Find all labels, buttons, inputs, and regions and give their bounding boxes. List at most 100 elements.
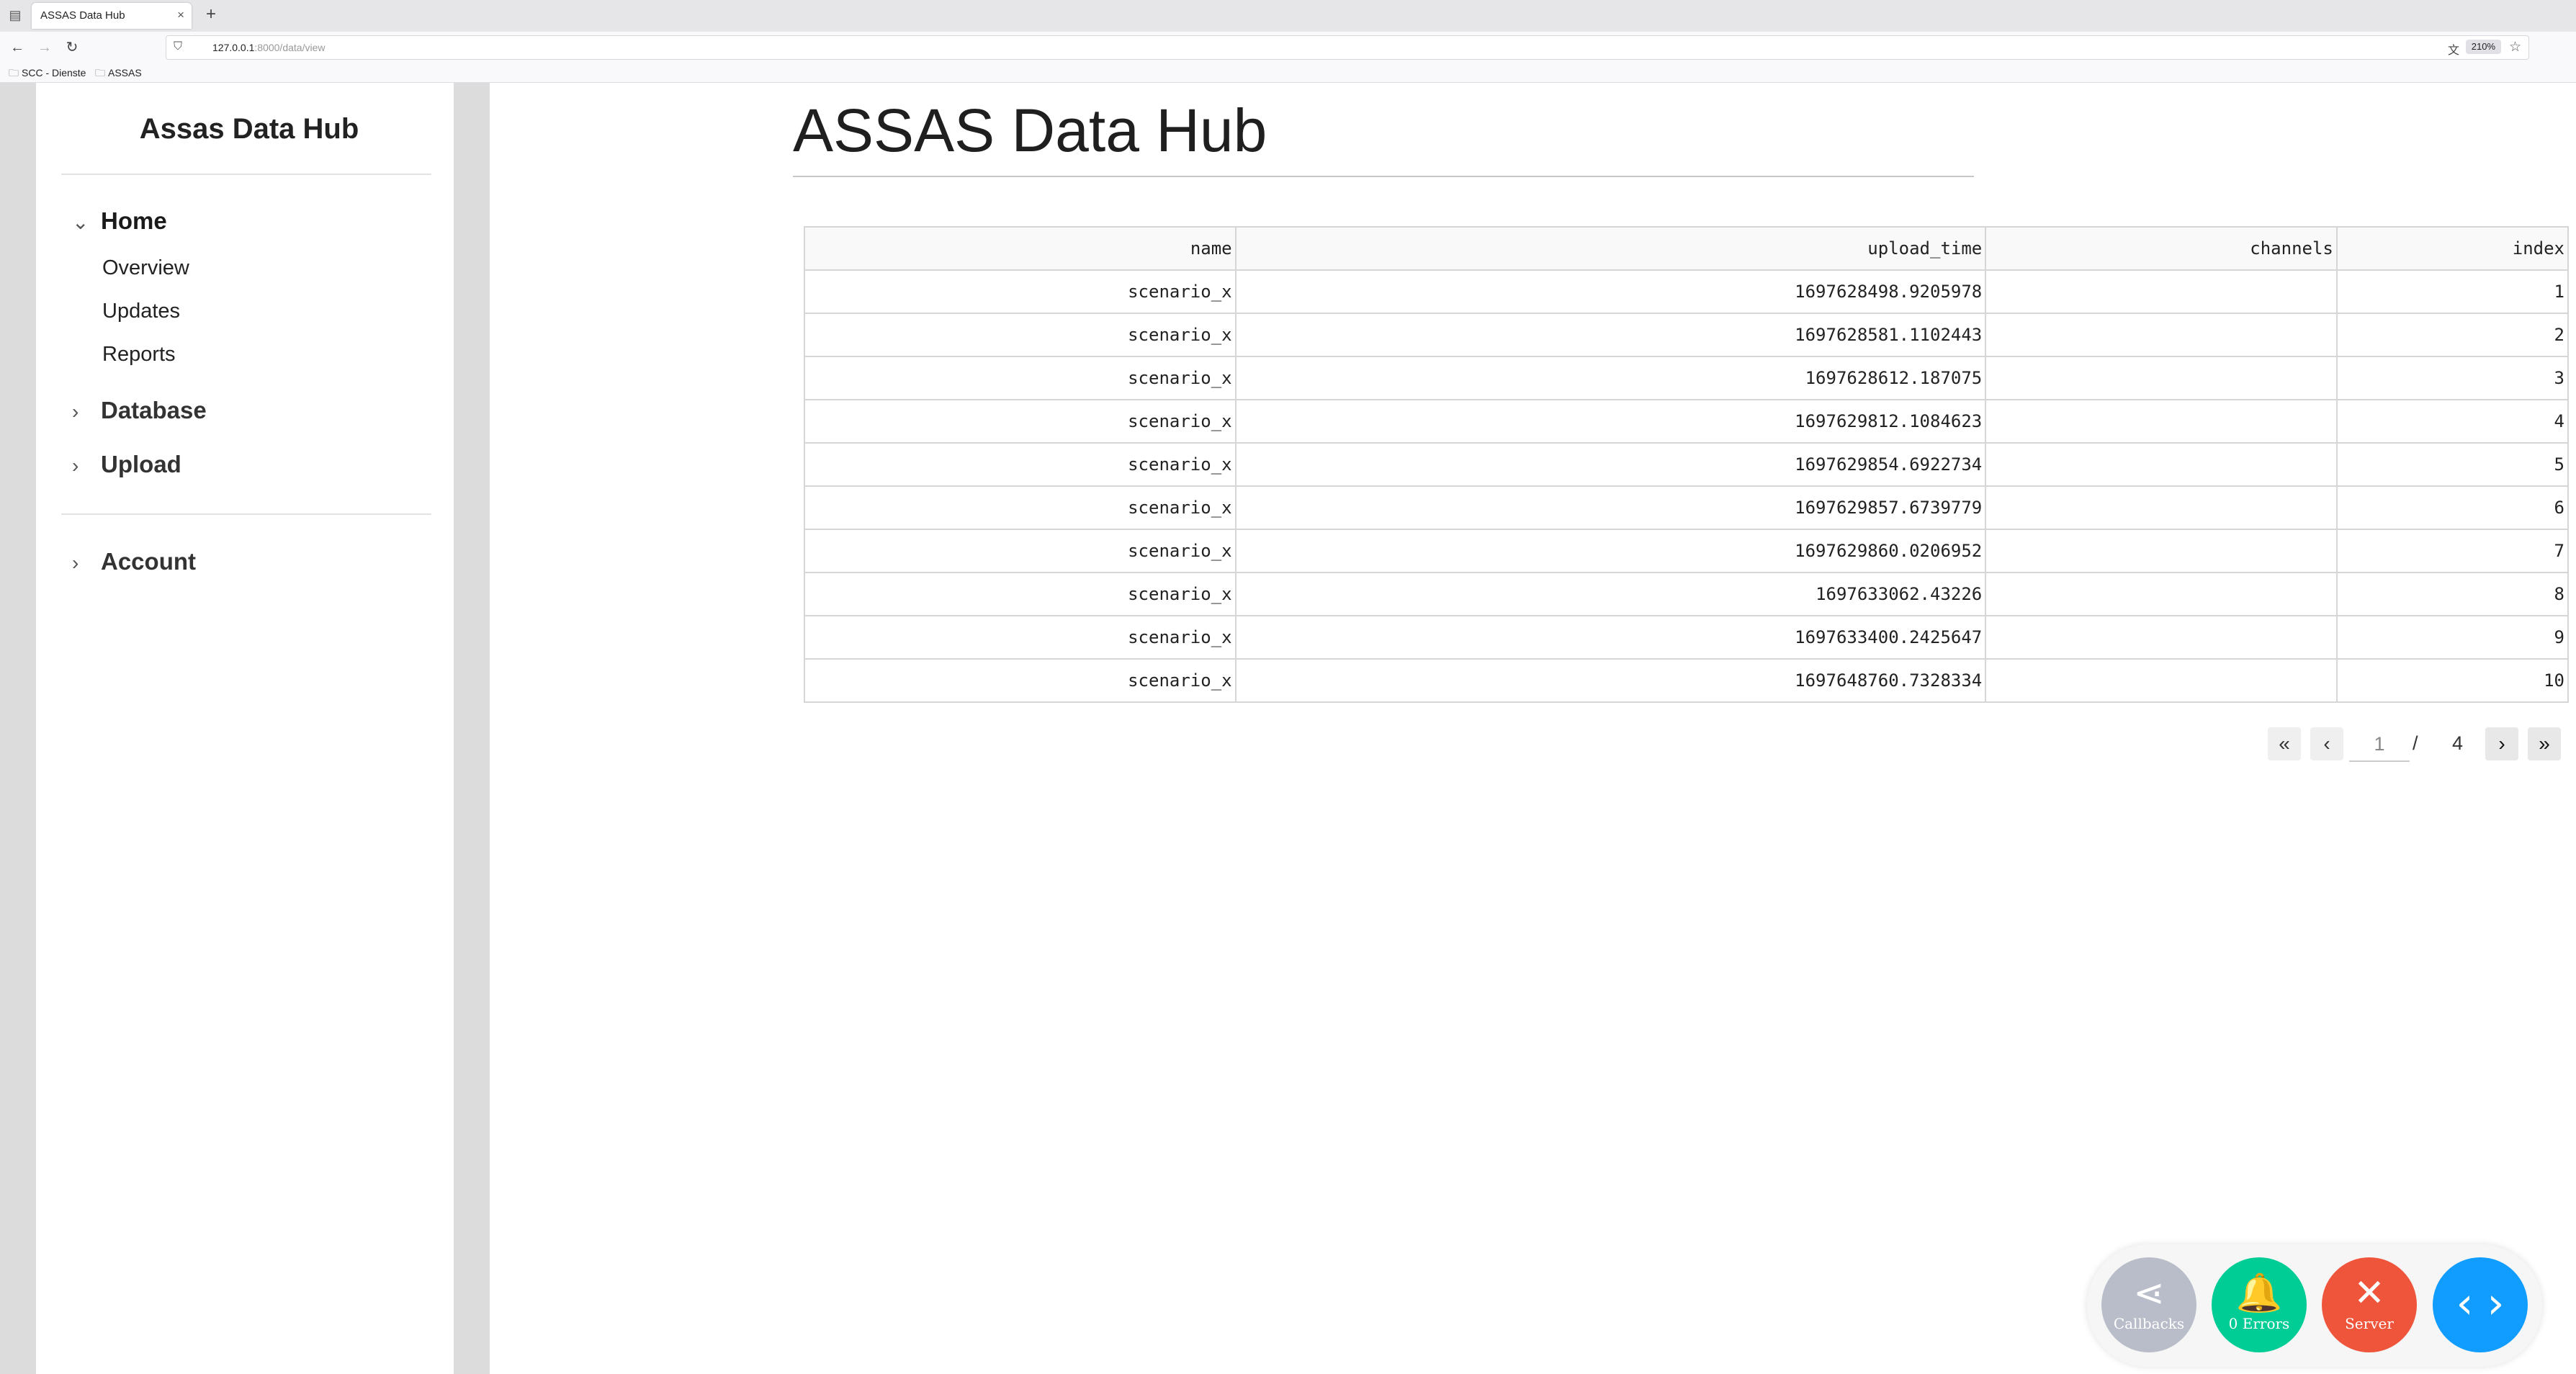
cell-name[interactable]: scenario_x	[804, 529, 1237, 573]
cell-upload-time[interactable]: 1697629860.0206952	[1234, 529, 1987, 573]
callbacks-label: Callbacks	[2113, 1315, 2185, 1332]
cell-index[interactable]: 5	[2335, 442, 2570, 487]
forward-arrow-icon[interactable]: →	[35, 37, 55, 58]
bookmark-scc-dienste[interactable]: 🗀 SCC - Dienste	[9, 66, 86, 83]
previous-page-button[interactable]: ‹	[2310, 727, 2343, 760]
callbacks-button[interactable]: ⋖ Callbacks	[2101, 1257, 2196, 1352]
cell-name[interactable]: scenario_x	[804, 572, 1237, 616]
cell-channels[interactable]	[1985, 269, 2338, 314]
cell-index[interactable]: 6	[2335, 485, 2570, 530]
sidebar-item-updates[interactable]: Updates	[102, 300, 180, 323]
server-button[interactable]: ✕ Server	[2322, 1257, 2417, 1352]
translate-icon[interactable]: 文	[2448, 40, 2459, 58]
cell-channels[interactable]	[1985, 399, 2338, 444]
chevron-down-icon: ⌄	[72, 211, 89, 233]
cell-channels[interactable]	[1985, 442, 2338, 487]
cell-channels[interactable]	[1985, 529, 2338, 573]
cell-name[interactable]: scenario_x	[804, 442, 1237, 487]
browser-nav-bar: ← → ↻ ⛉ 127.0.0.1:8000/data/view 文 210% …	[0, 32, 2576, 62]
sidebar-gutter	[454, 83, 490, 1374]
sidebar-divider	[61, 174, 431, 175]
sidebar-section-upload[interactable]: › Upload	[72, 451, 181, 478]
cell-name[interactable]: scenario_x	[804, 313, 1237, 357]
page-number-input[interactable]	[2349, 727, 2410, 762]
cell-upload-time[interactable]: 1697628498.9205978	[1234, 269, 1987, 314]
first-page-button[interactable]: «	[2268, 727, 2301, 760]
url-bar[interactable]: ⛉ 127.0.0.1:8000/data/view 文 210% ☆	[166, 35, 2529, 60]
cell-upload-time[interactable]: 1697633400.2425647	[1234, 615, 1987, 660]
cell-upload-time[interactable]: 1697628581.1102443	[1234, 313, 1987, 357]
double-chevron-right-icon: »	[2539, 732, 2550, 755]
cell-name[interactable]: scenario_x	[804, 615, 1237, 660]
table-row: scenario_x 1697648760.7328334 10	[804, 658, 2570, 703]
sidebar: Assas Data Hub ⌄ Home Overview Updates Re…	[36, 83, 454, 1374]
column-header-index[interactable]: index	[2335, 226, 2570, 271]
cell-channels[interactable]	[1985, 485, 2338, 530]
code-brackets-icon: ‹ ›	[2456, 1278, 2505, 1329]
column-header-upload-time[interactable]: upload_time	[1234, 226, 1987, 271]
cell-upload-time[interactable]: 1697648760.7328334	[1234, 658, 1987, 703]
sidebar-item-overview[interactable]: Overview	[102, 256, 189, 280]
cell-index[interactable]: 2	[2335, 313, 2570, 357]
back-arrow-icon[interactable]: ←	[7, 37, 27, 58]
cell-name[interactable]: scenario_x	[804, 269, 1237, 314]
cell-name[interactable]: scenario_x	[804, 485, 1237, 530]
cell-index[interactable]: 3	[2335, 356, 2570, 400]
table-row: scenario_x 1697629854.6922734 5	[804, 442, 2570, 487]
bookmarks-bar: 🗀 SCC - Dienste 🗀 ASSAS	[0, 62, 2576, 83]
zoom-level-badge[interactable]: 210%	[2465, 40, 2501, 54]
table-row: scenario_x 1697629860.0206952 7	[804, 529, 2570, 573]
sidebar-item-reports[interactable]: Reports	[102, 343, 176, 367]
column-header-name[interactable]: name	[804, 226, 1237, 271]
last-page-button[interactable]: »	[2528, 727, 2561, 760]
sidebar-section-home[interactable]: ⌄ Home	[72, 207, 167, 235]
sidebar-section-database[interactable]: › Database	[72, 397, 207, 424]
cell-upload-time[interactable]: 1697633062.43226	[1234, 572, 1987, 616]
cell-name[interactable]: scenario_x	[804, 399, 1237, 444]
cell-index[interactable]: 1	[2335, 269, 2570, 314]
cell-upload-time[interactable]: 1697629857.6739779	[1234, 485, 1987, 530]
tab-close-icon[interactable]: ×	[177, 8, 184, 22]
share-icon: ⋖	[2133, 1272, 2165, 1315]
chevron-right-icon: ›	[72, 454, 79, 477]
column-header-channels[interactable]: channels	[1985, 226, 2338, 271]
table-row: scenario_x 1697628581.1102443 2	[804, 313, 2570, 357]
url-text[interactable]: 127.0.0.1:8000/data/view	[212, 42, 325, 53]
sidebar-brand[interactable]: Assas Data Hub	[105, 113, 393, 145]
browser-tab-bar: ▤ ASSAS Data Hub × +	[0, 0, 2576, 32]
cell-index[interactable]: 4	[2335, 399, 2570, 444]
table-row: scenario_x 1697633062.43226 8	[804, 572, 2570, 616]
cell-index[interactable]: 8	[2335, 572, 2570, 616]
browser-tab[interactable]: ASSAS Data Hub ×	[32, 3, 192, 29]
folder-icon: 🗀	[9, 67, 19, 78]
cell-name[interactable]: scenario_x	[804, 658, 1237, 703]
table-row: scenario_x 1697633400.2425647 9	[804, 615, 2570, 660]
tab-list-icon[interactable]: ▤	[6, 6, 24, 24]
reload-icon[interactable]: ↻	[62, 37, 82, 58]
chevron-right-icon: ›	[2498, 732, 2505, 755]
cell-channels[interactable]	[1985, 615, 2338, 660]
next-page-button[interactable]: ›	[2485, 727, 2518, 760]
cell-channels[interactable]	[1985, 572, 2338, 616]
close-icon: ✕	[2353, 1272, 2385, 1315]
cell-upload-time[interactable]: 1697628612.187075	[1234, 356, 1987, 400]
errors-label: 0 Errors	[2228, 1315, 2290, 1332]
sidebar-section-account[interactable]: › Account	[72, 548, 196, 575]
chevron-left-icon: ‹	[2323, 732, 2330, 755]
cell-index[interactable]: 9	[2335, 615, 2570, 660]
cell-upload-time[interactable]: 1697629854.6922734	[1234, 442, 1987, 487]
devtools-toggle-button[interactable]: ‹ ›	[2433, 1257, 2528, 1352]
cell-channels[interactable]	[1985, 658, 2338, 703]
chevron-right-icon: ›	[72, 552, 79, 574]
errors-button[interactable]: 🔔 0 Errors	[2212, 1257, 2307, 1352]
cell-index[interactable]: 7	[2335, 529, 2570, 573]
cell-index[interactable]: 10	[2335, 658, 2570, 703]
cell-upload-time[interactable]: 1697629812.1084623	[1234, 399, 1987, 444]
new-tab-button[interactable]: +	[200, 4, 222, 25]
cell-name[interactable]: scenario_x	[804, 356, 1237, 400]
cell-channels[interactable]	[1985, 356, 2338, 400]
cell-channels[interactable]	[1985, 313, 2338, 357]
shield-icon[interactable]: ⛉	[174, 40, 182, 53]
bookmark-star-icon[interactable]: ☆	[2509, 39, 2521, 55]
bookmark-assas[interactable]: 🗀 ASSAS	[95, 66, 142, 83]
